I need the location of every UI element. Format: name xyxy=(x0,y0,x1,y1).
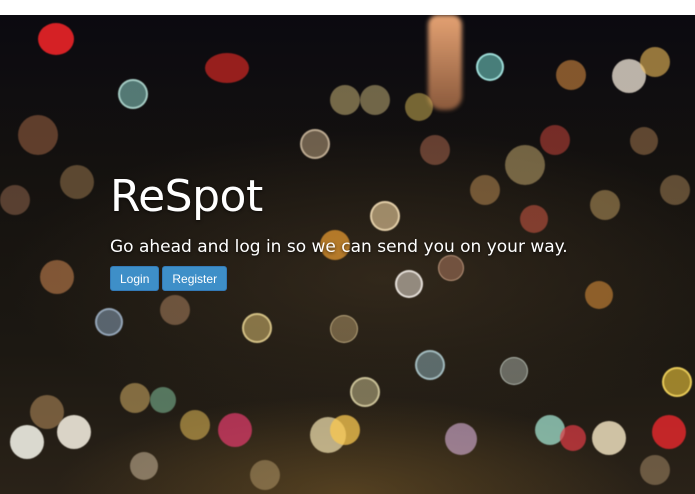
bokeh-light xyxy=(150,387,176,413)
bokeh-light xyxy=(130,452,158,480)
bokeh-light xyxy=(95,308,123,336)
bokeh-light xyxy=(592,421,626,455)
login-button[interactable]: Login xyxy=(110,266,160,291)
bokeh-light xyxy=(500,357,528,385)
bokeh-light xyxy=(160,295,190,325)
hero-tagline: Go ahead and log in so we can send you o… xyxy=(110,237,568,257)
bokeh-light xyxy=(420,135,450,165)
bokeh-light xyxy=(60,165,94,199)
bokeh-light xyxy=(476,53,504,81)
bokeh-light xyxy=(660,175,690,205)
bokeh-light xyxy=(300,129,330,159)
bokeh-light xyxy=(630,127,658,155)
bokeh-light xyxy=(57,415,91,449)
register-button[interactable]: Register xyxy=(162,266,228,291)
auth-buttons: Login Register xyxy=(110,266,568,291)
bokeh-light xyxy=(10,425,44,459)
hero-content: ReSpot Go ahead and log in so we can sen… xyxy=(110,173,568,291)
bokeh-light xyxy=(180,410,210,440)
bokeh-light xyxy=(40,260,74,294)
bokeh-light xyxy=(38,23,74,55)
bokeh-light xyxy=(405,93,433,121)
bokeh-light xyxy=(218,413,252,447)
background-tower-light xyxy=(428,15,462,110)
bokeh-light xyxy=(415,350,445,380)
bokeh-light xyxy=(560,425,586,451)
bokeh-light xyxy=(350,377,380,407)
hero-background: ReSpot Go ahead and log in so we can sen… xyxy=(0,15,695,494)
bokeh-light xyxy=(330,85,360,115)
bokeh-light xyxy=(0,185,30,215)
bokeh-light xyxy=(640,455,670,485)
bokeh-light xyxy=(205,53,249,83)
bokeh-light xyxy=(652,415,686,449)
top-margin xyxy=(0,0,695,15)
bokeh-light xyxy=(330,315,358,343)
bokeh-light xyxy=(18,115,58,155)
bokeh-light xyxy=(540,125,570,155)
page-title: ReSpot xyxy=(110,171,263,222)
bokeh-light xyxy=(118,79,148,109)
bokeh-light xyxy=(242,313,272,343)
bokeh-light xyxy=(662,367,692,397)
bokeh-light xyxy=(556,60,586,90)
bokeh-light xyxy=(445,423,477,455)
bokeh-light xyxy=(250,460,280,490)
bokeh-light xyxy=(590,190,620,220)
bokeh-light xyxy=(360,85,390,115)
bokeh-light xyxy=(120,383,150,413)
bokeh-light xyxy=(640,47,670,77)
bokeh-light xyxy=(585,281,613,309)
bokeh-light xyxy=(330,415,360,445)
